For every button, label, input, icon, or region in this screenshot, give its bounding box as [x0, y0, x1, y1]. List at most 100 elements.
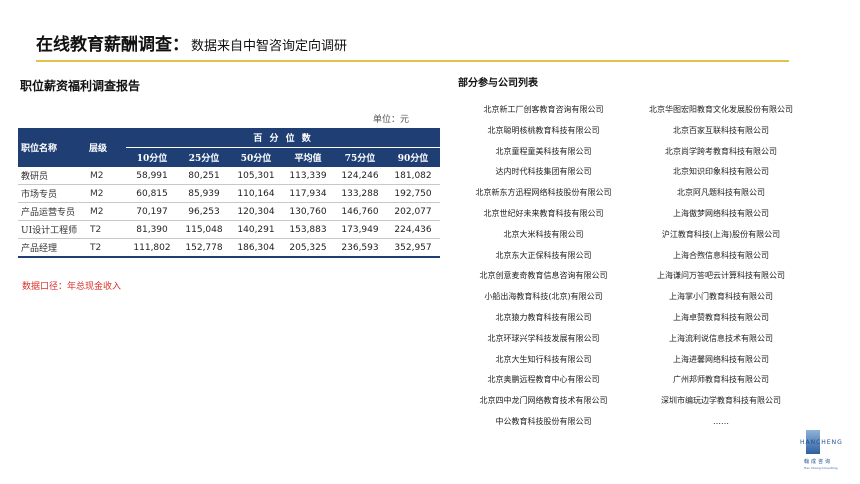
company-list-item: 中公教育科技股份有限公司 — [495, 416, 592, 426]
company-list-item: 北京大米科技有限公司 — [503, 229, 584, 239]
company-list-item: 北京奥鹏远程教育中心有限公司 — [487, 375, 600, 385]
table-row: 市场专员 M2 60,815 85,939 110,164 117,934 13… — [18, 184, 441, 203]
company-list-title: 部分参与公司列表 — [458, 78, 538, 89]
company-list-item: 上海合煦信息科技有限公司 — [673, 250, 769, 260]
cell-position: 市场专员 — [18, 184, 86, 203]
table-row: 产品经理 T2 111,802 152,778 186,304 205,325 … — [18, 238, 441, 258]
company-logo: HANCHENG 翰成咨询 Han Cheng Consulting — [800, 430, 843, 474]
cell-p90: 181,082 — [386, 167, 441, 185]
cell-p90: 224,436 — [386, 220, 441, 239]
company-list-item: 达内时代科技集团有限公司 — [495, 167, 592, 177]
title-divider — [36, 60, 789, 62]
cell-p90: 192,750 — [386, 184, 441, 203]
logo-cn-text: 翰成咨询 — [804, 459, 833, 465]
cell-p50: 140,291 — [230, 220, 282, 239]
cell-position: 产品运营专员 — [18, 202, 86, 221]
cell-p90: 202,077 — [386, 202, 441, 221]
company-list-item: 北京大生知行科技有限公司 — [495, 354, 592, 364]
cell-level: T2 — [86, 238, 126, 258]
company-list: 北京新工厂创客教育咨询有限公司 北京华图宏阳教育文化发展股份有限公司北京聪明核桃教… — [455, 100, 810, 433]
cell-mean: 205,325 — [282, 238, 334, 258]
cell-p90: 352,957 — [386, 238, 441, 258]
cell-p75: 236,593 — [334, 238, 386, 258]
company-list-item: …… — [713, 416, 729, 426]
company-list-item: 北京环球兴学科技发展有限公司 — [487, 333, 600, 343]
cell-level: M2 — [86, 167, 126, 185]
cell-mean: 130,760 — [282, 202, 334, 221]
cell-mean: 117,934 — [282, 184, 334, 203]
company-list-item: 上海进馨网络科技有限公司 — [673, 354, 769, 364]
cell-p10: 58,991 — [126, 167, 178, 185]
company-list-item: 北京尚学跨考教育科技有限公司 — [665, 146, 777, 156]
col-header-level: 层级 — [86, 128, 126, 167]
company-list-item: 北京四中龙门网络教育技术有限公司 — [479, 396, 608, 406]
company-list-item: 北京童程童美科技有限公司 — [495, 146, 592, 156]
company-list-item: 北京猿力教育科技有限公司 — [495, 312, 592, 322]
table-row: UI设计工程师 T2 81,390 115,048 140,291 153,88… — [18, 220, 441, 239]
company-list-item: 小船出海教育科技(北京)有限公司 — [484, 292, 603, 302]
cell-p10: 70,197 — [126, 202, 178, 221]
cell-level: M2 — [86, 184, 126, 203]
company-list-item: 北京新工厂创客教育咨询有限公司 — [483, 105, 604, 114]
company-list-item: 北京聪明核桃教育科技有限公司 — [487, 125, 600, 135]
company-list-item: 北京华图宏阳教育文化发展股份有限公司 — [649, 105, 793, 114]
cell-p10: 111,802 — [126, 238, 178, 258]
cell-p75: 173,949 — [334, 220, 386, 239]
cell-p25: 85,939 — [178, 184, 230, 203]
data-scope-note: 数据口径：年总现金收入 — [22, 282, 122, 292]
cell-p10: 60,815 — [126, 184, 178, 203]
company-list-item: 北京阿凡题科技有限公司 — [677, 188, 765, 198]
cell-p75: 146,760 — [334, 202, 386, 221]
page-title-main: 在线教育薪酬调查： — [36, 35, 189, 55]
col-header-p75: 75分位 — [334, 147, 386, 167]
company-list-item: 上海掌小门教育科技有限公司 — [669, 292, 773, 302]
unit-label: 单位：元 — [373, 115, 410, 125]
table-row: 产品运营专员 M2 70,197 96,253 120,304 130,760 … — [18, 202, 441, 221]
cell-p75: 124,246 — [334, 167, 386, 185]
company-list-item: 广州邦师教育科技有限公司 — [673, 375, 769, 385]
salary-table: 职位名称 层级 百 分 位 数 10分位 25分位 50分位 平均值 75分位 … — [18, 128, 441, 258]
table-row: 教研员 M2 58,991 80,251 105,301 113,339 124… — [18, 167, 441, 185]
company-list-item: 沪江教育科技(上海)股份有限公司 — [661, 229, 781, 239]
cell-mean: 153,883 — [282, 220, 334, 239]
company-list-item: 北京新东方迅程网络科技股份有限公司 — [475, 188, 612, 198]
cell-position: 教研员 — [18, 167, 86, 185]
cell-p50: 186,304 — [230, 238, 282, 258]
col-header-percentiles: 百 分 位 数 — [126, 128, 441, 148]
company-list-item: 北京创意麦奇教育信息咨询有限公司 — [479, 271, 608, 281]
col-header-p50: 50分位 — [230, 147, 282, 167]
logo-wordmark: HANCHENG — [800, 439, 843, 446]
cell-p50: 105,301 — [230, 167, 282, 185]
report-title: 职位薪资福利调查报告 — [20, 79, 141, 93]
cell-p75: 133,288 — [334, 184, 386, 203]
company-list-item: 上海谦问万答吧云计算科技有限公司 — [657, 271, 785, 281]
cell-p25: 152,778 — [178, 238, 230, 258]
cell-p10: 81,390 — [126, 220, 178, 239]
cell-p25: 96,253 — [178, 202, 230, 221]
col-header-p90: 90分位 — [386, 147, 441, 167]
company-list-item: 上海傲梦网络科技有限公司 — [673, 208, 769, 218]
company-list-item: 北京百家互联科技有限公司 — [673, 125, 769, 135]
company-list-item: 深圳市编玩边学教育科技有限公司 — [661, 396, 781, 406]
col-header-mean: 平均值 — [282, 147, 334, 167]
page-subtitle: 数据来自中智咨询定向调研 — [191, 39, 348, 54]
company-list-item: 上海流利说信息技术有限公司 — [669, 333, 773, 343]
cell-level: T2 — [86, 220, 126, 239]
company-list-item: 北京知识印象科技有限公司 — [673, 167, 769, 177]
company-list-item: 上海卓赞教育科技有限公司 — [673, 312, 769, 322]
cell-position: 产品经理 — [18, 238, 86, 258]
cell-position: UI设计工程师 — [18, 220, 86, 239]
col-header-position: 职位名称 — [18, 128, 86, 167]
col-header-p10: 10分位 — [126, 147, 178, 167]
page-title: 在线教育薪酬调查： 数据来自中智咨询定向调研 — [36, 30, 347, 55]
cell-level: M2 — [86, 202, 126, 221]
company-list-item: 北京东大正保科技有限公司 — [495, 250, 592, 260]
cell-p50: 120,304 — [230, 202, 282, 221]
col-header-p25: 25分位 — [178, 147, 230, 167]
cell-p25: 80,251 — [178, 167, 230, 185]
cell-p25: 115,048 — [178, 220, 230, 239]
cell-p50: 110,164 — [230, 184, 282, 203]
cell-mean: 113,339 — [282, 167, 334, 185]
company-list-item: 北京世纪好未来教育科技有限公司 — [483, 208, 604, 218]
logo-en-text: Han Cheng Consulting — [804, 466, 838, 470]
